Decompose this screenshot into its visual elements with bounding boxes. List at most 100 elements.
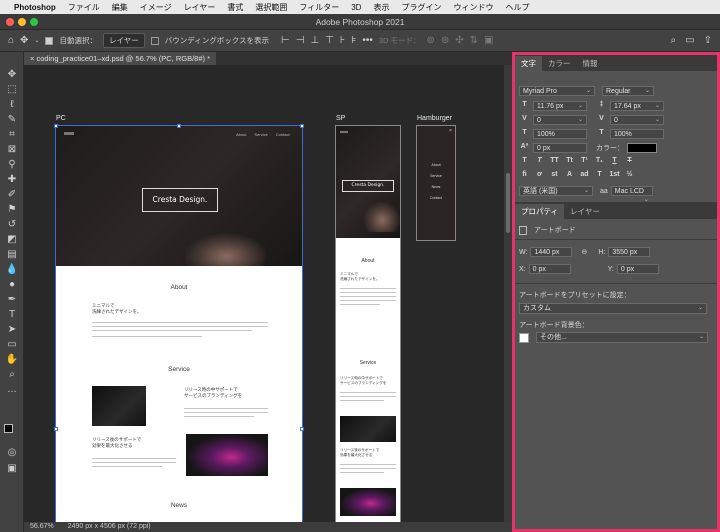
menu-help[interactable]: ヘルプ [505, 2, 529, 13]
artboard-bg-swatch[interactable] [519, 332, 529, 343]
more-options-icon[interactable]: ••• [362, 35, 373, 46]
canvas-vertical-scrollbar[interactable] [504, 65, 512, 522]
scroll-thumb[interactable] [506, 173, 510, 233]
eraser-icon[interactable]: ◩ [4, 233, 20, 247]
x-field[interactable]: 0 px [528, 264, 571, 274]
language-select[interactable]: 英語 (米国) [519, 186, 593, 196]
chevron-down-icon[interactable]: ⌄ [34, 38, 39, 44]
home-icon[interactable]: ⌂ [8, 35, 14, 46]
old-style-icon[interactable]: ơ [534, 171, 545, 181]
width-field[interactable]: 1440 px [530, 247, 573, 257]
menu-layer[interactable]: レイヤー [184, 2, 216, 13]
menu-filter[interactable]: フィルター [299, 2, 339, 13]
3d-orbit-icon[interactable]: ⊚ [427, 35, 435, 46]
align-bottom-icon[interactable]: ⊧ [351, 35, 356, 46]
auto-select-dropdown[interactable]: レイヤー [102, 33, 145, 48]
superscript-icon[interactable]: T¹ [579, 157, 590, 167]
marquee-icon[interactable]: ⬚ [4, 83, 20, 97]
3d-pan-icon[interactable]: ✣ [455, 35, 463, 46]
close-window-button[interactable] [6, 18, 14, 26]
history-brush-icon[interactable]: ↺ [4, 218, 20, 232]
artboard-sp[interactable]: Cresta Design. About ミニマルで 洗練されたデザインを。 S… [335, 125, 401, 522]
selection-handle[interactable] [300, 427, 304, 431]
faux-bold-icon[interactable]: T [519, 157, 530, 167]
pen-icon[interactable]: ✒ [4, 293, 20, 307]
workspace-icon[interactable]: ▭ [685, 35, 694, 46]
height-field[interactable]: 3550 px [608, 247, 651, 257]
small-caps-icon[interactable]: Tt [564, 157, 575, 167]
tab-color[interactable]: カラー [542, 56, 577, 71]
menu-type[interactable]: 書式 [227, 2, 243, 13]
3d-roll-icon[interactable]: ⊛ [441, 35, 449, 46]
font-style-select[interactable]: Regular [602, 86, 654, 96]
frame-icon[interactable]: ⊠ [4, 143, 20, 157]
menu-app-name[interactable]: Photoshop [14, 3, 56, 12]
ligatures-icon[interactable]: fi [519, 171, 530, 181]
quick-select-icon[interactable]: ✎ [4, 113, 20, 127]
crop-icon[interactable]: ⌗ [4, 128, 20, 142]
antialias-select[interactable]: Mac LCD [610, 186, 653, 196]
selection-handle[interactable] [177, 124, 181, 128]
artboard-label-sp[interactable]: SP [336, 115, 345, 122]
dodge-icon[interactable]: ● [4, 278, 20, 292]
font-size-field[interactable]: 11.76 px [533, 101, 587, 111]
move-icon[interactable]: ✥ [4, 68, 20, 82]
align-left-icon[interactable]: ⊢ [281, 35, 290, 46]
bbox-checkbox[interactable] [150, 36, 159, 45]
search-icon[interactable]: ⌕ [671, 35, 677, 46]
baseline-shift-field[interactable]: 0 px [533, 143, 587, 153]
3d-camera-icon[interactable]: ▣ [484, 35, 493, 46]
tab-properties[interactable]: プロパティ [515, 204, 565, 219]
path-select-icon[interactable]: ➤ [4, 323, 20, 337]
align-right-icon[interactable]: ⊥ [310, 35, 319, 46]
hand-icon[interactable]: ✋ [4, 353, 20, 367]
document-tab[interactable]: × coding_practice01–xd.psd @ 56.7% (PC, … [24, 52, 217, 65]
align-top-icon[interactable]: ⊤ [325, 35, 334, 46]
3d-slide-icon[interactable]: ⇅ [470, 35, 478, 46]
share-icon[interactable]: ⇪ [704, 35, 712, 46]
eyedropper-icon[interactable]: ⚲ [4, 158, 20, 172]
menu-select[interactable]: 選択範囲 [255, 2, 287, 13]
menu-file[interactable]: ファイル [68, 2, 100, 13]
menu-plugins[interactable]: プラグイン [401, 2, 441, 13]
artboard-bg-select[interactable]: その他... [536, 332, 708, 343]
more-tools-icon[interactable]: … [4, 383, 20, 397]
swash-icon[interactable]: st [549, 171, 560, 181]
fractions-icon[interactable]: 1st [609, 171, 620, 181]
minimize-window-button[interactable] [18, 18, 26, 26]
selection-handle[interactable] [300, 124, 304, 128]
healing-brush-icon[interactable]: ✚ [4, 173, 20, 187]
leading-field[interactable]: 17.64 px [610, 101, 664, 111]
stamp-icon[interactable]: ⚑ [4, 203, 20, 217]
blur-icon[interactable]: 💧 [4, 263, 20, 277]
tab-character[interactable]: 文字 [515, 56, 542, 71]
menu-edit[interactable]: 編集 [112, 2, 128, 13]
tracking-field[interactable]: 0 [610, 115, 664, 125]
link-dimensions-icon[interactable]: ⊖ [581, 248, 587, 256]
preset-select[interactable]: カスタム [519, 303, 707, 314]
align-middle-icon[interactable]: ⊦ [340, 35, 345, 46]
stylistic-alt-icon[interactable]: A [564, 171, 575, 181]
zoom-level[interactable]: 56.67% [30, 522, 54, 532]
selection-handle[interactable] [54, 124, 58, 128]
tab-layers[interactable]: レイヤー [564, 204, 606, 219]
strikethrough-icon[interactable]: T [624, 157, 635, 167]
artboard-hamburger[interactable]: × About Service News Contact [416, 125, 456, 241]
kerning-field[interactable]: 0 [533, 115, 587, 125]
move-tool-icon[interactable]: ✥ [20, 35, 28, 46]
canvas-area[interactable]: PC SP Hamburger About Service Contact Cr… [24, 65, 504, 522]
lasso-icon[interactable]: ℓ [4, 98, 20, 112]
font-family-select[interactable]: Myriad Pro [519, 86, 595, 96]
ordinals-icon[interactable]: T [594, 171, 605, 181]
horizontal-scale-field[interactable]: 100% [610, 129, 664, 139]
type-icon[interactable]: T [4, 308, 20, 322]
menu-view[interactable]: 表示 [373, 2, 389, 13]
artboard-label-pc[interactable]: PC [56, 115, 66, 122]
foreground-color-swatch[interactable] [4, 424, 13, 433]
screen-mode-icon[interactable]: ▣ [4, 462, 20, 476]
underline-icon[interactable]: T [609, 157, 620, 167]
titling-alt-icon[interactable]: ad [579, 171, 590, 181]
artboard-label-hamburger[interactable]: Hamburger [417, 115, 452, 122]
brush-icon[interactable]: ✐ [4, 188, 20, 202]
y-field[interactable]: 0 px [616, 264, 659, 274]
